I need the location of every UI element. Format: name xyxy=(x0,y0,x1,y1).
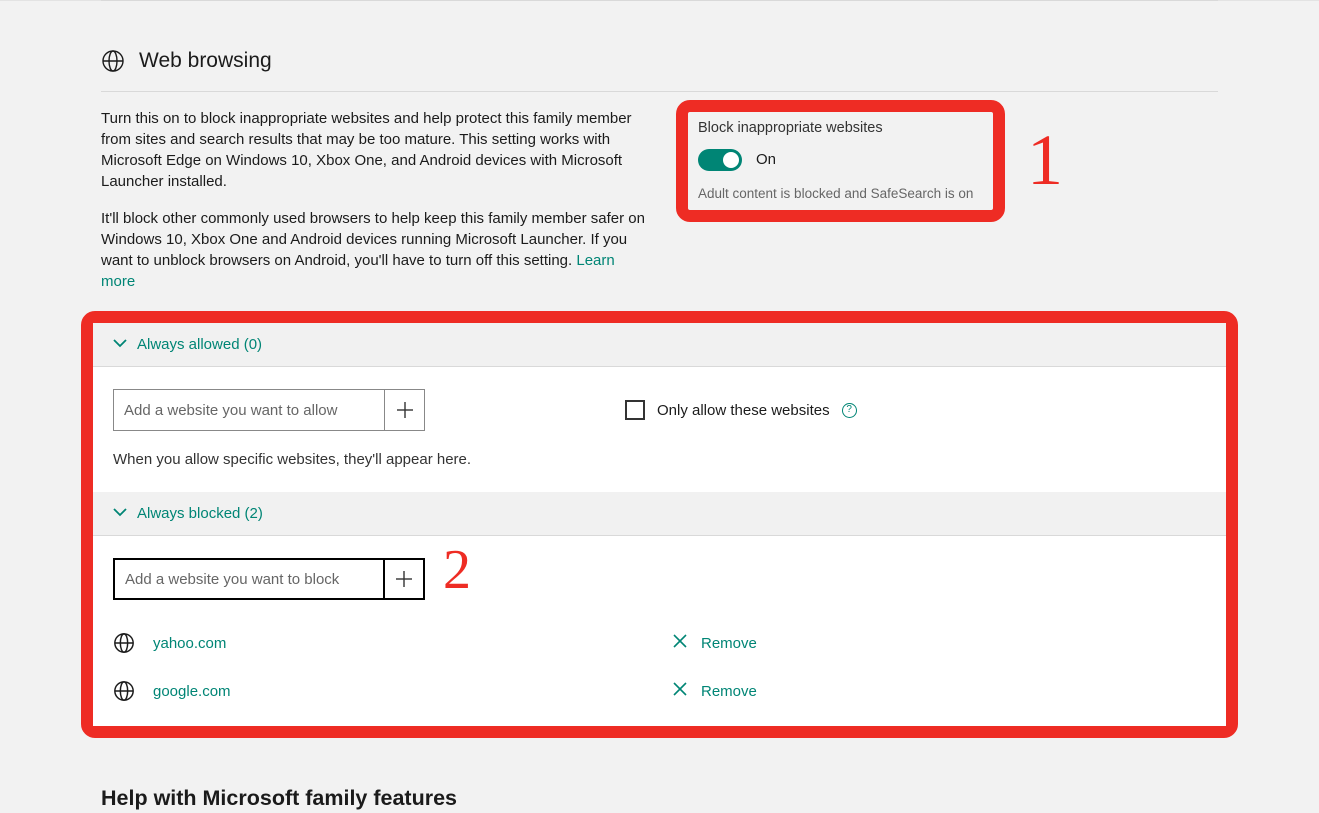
globe-icon xyxy=(113,632,135,654)
section-title: Web browsing xyxy=(139,46,272,75)
only-allow-these-websites[interactable]: Only allow these websites ? xyxy=(625,400,857,421)
annotation-number-2: 2 xyxy=(443,531,471,609)
description-paragraph-1: Turn this on to block inappropriate webs… xyxy=(101,108,646,192)
annotation-1: Block inappropriate websites On Adult co… xyxy=(676,100,1005,221)
blocked-site-link[interactable]: yahoo.com xyxy=(153,633,226,654)
only-allow-checkbox[interactable] xyxy=(625,400,645,420)
always-blocked-title: Always blocked (2) xyxy=(137,503,263,524)
remove-site-button[interactable]: Remove xyxy=(701,633,757,654)
toggle-title: Block inappropriate websites xyxy=(698,118,983,138)
always-blocked-header[interactable]: Always blocked (2) xyxy=(93,492,1226,535)
add-allowed-website[interactable] xyxy=(113,389,425,431)
section-heading: Web browsing xyxy=(101,46,1218,92)
blocked-site-row: google.com Remove xyxy=(113,670,1206,704)
blocked-site-row: yahoo.com Remove xyxy=(113,622,1206,656)
close-icon[interactable] xyxy=(673,633,687,654)
remove-site-button[interactable]: Remove xyxy=(701,681,757,702)
blocked-site-link[interactable]: google.com xyxy=(153,681,231,702)
add-blocked-button[interactable] xyxy=(383,560,423,598)
close-icon[interactable] xyxy=(673,681,687,702)
description-paragraph-2: It'll block other commonly used browsers… xyxy=(101,208,646,292)
help-icon[interactable]: ? xyxy=(842,403,857,418)
add-allowed-input[interactable] xyxy=(114,390,384,430)
annotation-2: Always allowed (0) Only allow these webs… xyxy=(81,311,1238,738)
add-blocked-input[interactable] xyxy=(115,560,383,598)
add-blocked-website[interactable] xyxy=(113,558,425,600)
only-allow-label: Only allow these websites xyxy=(657,400,830,421)
globe-icon xyxy=(113,680,135,702)
block-websites-toggle[interactable] xyxy=(698,149,742,171)
chevron-down-icon xyxy=(113,336,127,354)
chevron-down-icon xyxy=(113,505,127,523)
toggle-state-label: On xyxy=(756,149,776,170)
annotation-number-1: 1 xyxy=(1027,110,1063,211)
allowed-help-text: When you allow specific websites, they'l… xyxy=(113,449,1206,470)
section-description: Turn this on to block inappropriate webs… xyxy=(101,108,646,308)
toggle-subtext: Adult content is blocked and SafeSearch … xyxy=(698,185,983,204)
globe-icon xyxy=(101,49,125,73)
always-allowed-title: Always allowed (0) xyxy=(137,334,262,355)
always-allowed-header[interactable]: Always allowed (0) xyxy=(93,323,1226,366)
add-allowed-button[interactable] xyxy=(384,390,424,430)
help-section-heading: Help with Microsoft family features xyxy=(101,783,1218,813)
